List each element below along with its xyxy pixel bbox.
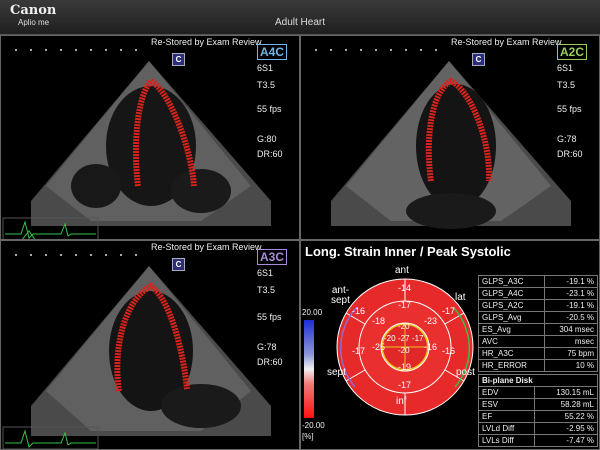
table-row: LVLs Diff -7.47 % [478, 434, 598, 447]
a4c-gain: G:80 [257, 134, 277, 144]
glps-results-table: GLPS_A3C -19.1 % GLPS_A4C -23.1 % GLPS_A2C… [478, 275, 599, 372]
a3c-view-pane[interactable]: Re-Stored by Exam Review A3C C 6S1 T3.5 … [0, 240, 300, 450]
a3c-fps: 55 fps [257, 312, 282, 322]
table-row: GLPS_A4C -23.1 % [478, 287, 599, 300]
segment-value: -14 [398, 283, 412, 293]
segment-value: -18 [372, 316, 386, 326]
a2c-status: Re-Stored by Exam Review [451, 37, 562, 47]
a3c-view-badge[interactable]: A3C [257, 249, 288, 265]
table-row: AVC msec [478, 335, 599, 348]
segment-value: -20 [398, 322, 410, 331]
a3c-c-badge: C [172, 258, 185, 271]
a4c-probe: 6S1 [257, 63, 274, 73]
segment-value-apex: -27 [398, 334, 410, 343]
segment-value: -19 [398, 362, 412, 372]
wall-label-lat: lat [455, 292, 466, 303]
table-row: EDV 130.15 mL [478, 386, 598, 399]
segment-value: -17 [412, 334, 424, 343]
segment-value: -23 [424, 316, 438, 326]
a4c-thermal: T3.5 [257, 80, 276, 90]
a2c-ultrasound-image [315, 49, 571, 229]
segment-value: -16 [352, 306, 366, 316]
biplane-results-table: Bi-plane Disk EDV 130.15 mL ESV 58.28 mL E… [478, 374, 598, 447]
wall-label-ant-sept: ant- sept [331, 285, 350, 306]
segment-value: -16 [442, 346, 456, 356]
a2c-dr: DR:60 [557, 149, 583, 159]
a4c-view-badge[interactable]: A4C [257, 44, 288, 60]
table-row: GLPS_A3C -19.1 % [478, 275, 599, 288]
a4c-c-badge: C [172, 53, 185, 66]
segment-value: -17 [398, 300, 412, 310]
table-row: GLPS_Avg -20.5 % [478, 311, 599, 324]
a4c-status: Re-Stored by Exam Review [151, 37, 262, 47]
a3c-gain: G:78 [257, 342, 277, 352]
segment-value: -17 [352, 346, 366, 356]
segment-value: -20 [398, 346, 410, 355]
table-row: HR_ERROR 10 % [478, 359, 599, 372]
a4c-dr: DR:60 [257, 149, 283, 159]
wall-label-sept: sept [327, 367, 346, 378]
a3c-ultrasound-image [2, 254, 271, 449]
a4c-ultrasound-image [2, 49, 271, 239]
table-row: ES_Avg 304 msec [478, 323, 599, 336]
a2c-thermal: T3.5 [557, 80, 576, 90]
table-row: GLPS_A2C -19.1 % [478, 299, 599, 312]
top-bar: Canon Aplio me Adult Heart [0, 0, 600, 35]
wall-label-post: post [456, 367, 475, 378]
table-row: LVLd Diff -2.95 % [478, 422, 598, 435]
scale-min-label: -20.00 [302, 421, 325, 430]
table-row: HR_A3C 75 bpm [478, 347, 599, 360]
exam-title: Adult Heart [274, 17, 326, 28]
a2c-gain: G:78 [557, 134, 577, 144]
segment-value: -17 [398, 380, 412, 390]
table-header: Bi-plane Disk [478, 374, 598, 387]
wall-label-inf: inf [396, 396, 407, 407]
segment-value: -16 [424, 342, 438, 352]
segment-value: -25 [372, 342, 386, 352]
a3c-thermal: T3.5 [257, 285, 276, 295]
brand-logo: Canon [10, 3, 57, 18]
a2c-c-badge: C [472, 53, 485, 66]
strain-title: Long. Strain Inner / Peak Systolic [305, 244, 511, 259]
a2c-view-badge[interactable]: A2C [557, 44, 588, 60]
table-row: ESV 58.28 mL [478, 398, 598, 411]
a2c-view-pane[interactable]: Re-Stored by Exam Review A2C C 6S1 T3.5 … [300, 35, 600, 240]
scale-max-label: 20.00 [302, 308, 323, 317]
a3c-probe: 6S1 [257, 268, 274, 278]
a4c-view-pane[interactable]: Re-Stored by Exam Review A4C C 6S1 T3.5 … [0, 35, 300, 240]
segment-value: -20 [384, 334, 396, 343]
a3c-status: Re-Stored by Exam Review [151, 242, 262, 252]
wall-label-ant: ant [395, 265, 409, 276]
table-row: EF 55.22 % [478, 410, 598, 423]
a2c-fps: 55 fps [557, 104, 582, 114]
a2c-probe: 6S1 [557, 63, 574, 73]
a3c-dr: DR:60 [257, 357, 283, 367]
scale-unit-label: [%] [302, 432, 314, 441]
segment-value: -17 [442, 306, 456, 316]
a4c-fps: 55 fps [257, 104, 282, 114]
strain-color-scale [304, 320, 314, 418]
